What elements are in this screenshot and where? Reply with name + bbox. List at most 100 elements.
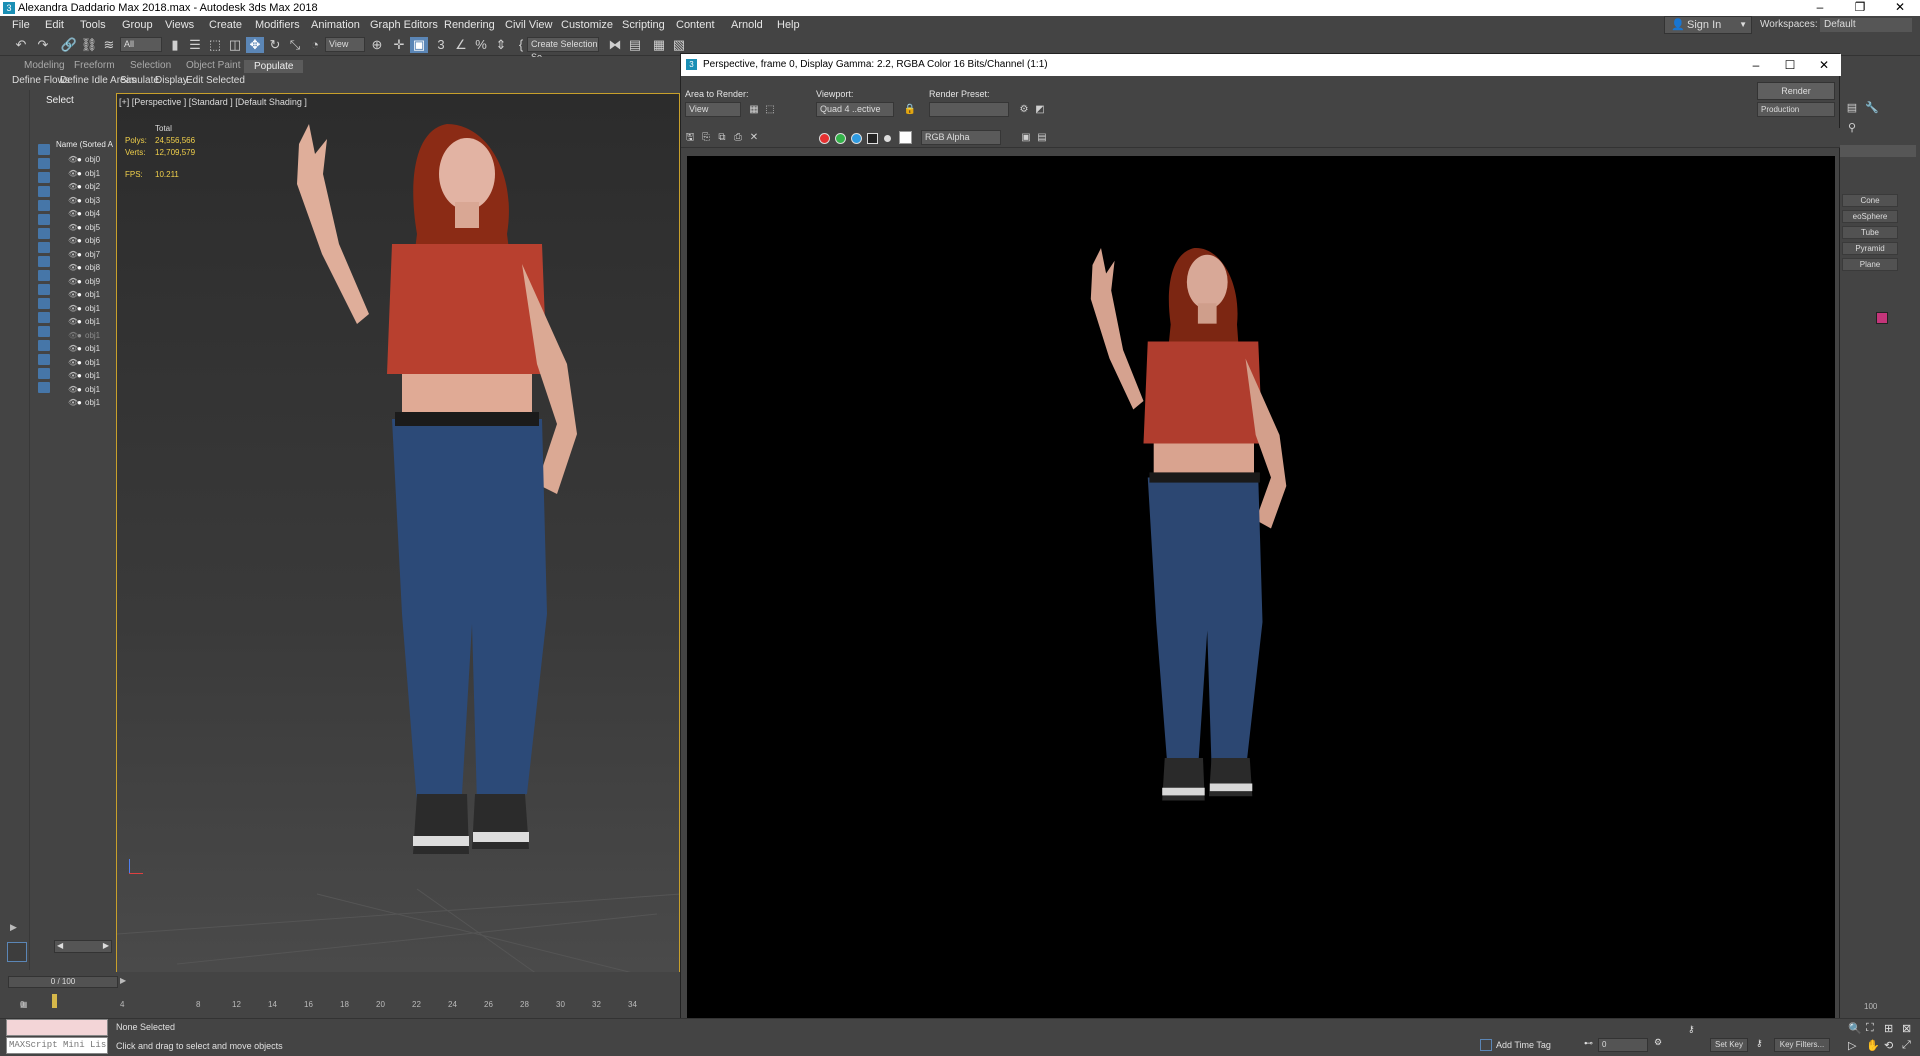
select-object-icon[interactable]: ▮: [166, 37, 184, 53]
swatch-icon[interactable]: [899, 131, 912, 144]
clear-icon[interactable]: ✕: [745, 130, 763, 146]
zoom-extents-all-icon[interactable]: ⊠: [1902, 1022, 1911, 1035]
visible-icon[interactable]: [38, 326, 50, 337]
helpers-icon[interactable]: [38, 214, 50, 225]
freeze-icon[interactable]: ●: [77, 182, 85, 191]
production-dropdown[interactable]: Production: [1757, 102, 1835, 117]
cone-button[interactable]: Cone: [1842, 194, 1898, 207]
select-and-rotate-icon[interactable]: ↻: [266, 37, 284, 53]
area-to-render-dropdown[interactable]: View: [685, 102, 741, 117]
menu-rendering[interactable]: Rendering: [444, 19, 495, 31]
visibility-icon[interactable]: 👁: [68, 358, 78, 367]
tube-button[interactable]: Tube: [1842, 226, 1898, 239]
zoom-extents-icon[interactable]: ⊞: [1884, 1022, 1893, 1035]
freeze-icon[interactable]: ●: [77, 263, 85, 272]
auto-region-icon[interactable]: ⬚: [761, 102, 779, 118]
time-configuration-icon[interactable]: ⚙: [1654, 1037, 1662, 1048]
visibility-icon[interactable]: 👁: [68, 182, 78, 191]
freeze-icon[interactable]: ●: [77, 358, 85, 367]
visibility-icon[interactable]: 👁: [68, 344, 78, 353]
selection-filter-dropdown[interactable]: All: [120, 37, 162, 52]
menu-views[interactable]: Views: [165, 19, 194, 31]
viewport-dropdown[interactable]: Quad 4 ..ective: [816, 102, 894, 117]
lights-icon[interactable]: [38, 172, 50, 183]
menu-scripting[interactable]: Scripting: [622, 19, 665, 31]
tab-selection[interactable]: Selection: [130, 60, 171, 71]
plane-button[interactable]: Plane: [1842, 258, 1898, 271]
viewport-layout-icon[interactable]: [7, 942, 27, 962]
menu-arnold[interactable]: Arnold: [731, 19, 763, 31]
visibility-icon[interactable]: 👁: [68, 371, 78, 380]
workspace-dropdown[interactable]: Default: [1820, 18, 1912, 32]
menu-edit[interactable]: Edit: [45, 19, 64, 31]
visibility-icon[interactable]: 👁: [68, 250, 78, 259]
freeze-icon[interactable]: ●: [77, 317, 85, 326]
minimize-button[interactable]: –: [1800, 0, 1840, 16]
visibility-icon[interactable]: 👁: [68, 263, 78, 272]
render-button[interactable]: Render: [1757, 82, 1835, 100]
explorer-scrollbar[interactable]: ◀ ▶: [54, 940, 112, 953]
visibility-icon[interactable]: 👁: [68, 155, 78, 164]
toggle-ui-icon[interactable]: ▤: [1033, 130, 1051, 146]
bind-space-warp-icon[interactable]: ≋: [100, 37, 118, 53]
menu-tools[interactable]: Tools: [80, 19, 106, 31]
expand-arrow-icon[interactable]: ▶: [10, 922, 17, 933]
mirror-icon[interactable]: ⧓: [606, 37, 624, 53]
freeze-icon[interactable]: ●: [77, 290, 85, 299]
layer-icon[interactable]: [38, 340, 50, 351]
maxscript-mini-listener[interactable]: MAXScript Mini Lis: [6, 1037, 108, 1054]
visibility-icon[interactable]: 👁: [68, 169, 78, 178]
set-key-button[interactable]: Set Key: [1710, 1038, 1748, 1052]
spacewarps-icon[interactable]: ⚲: [1843, 120, 1861, 136]
object-color-swatch[interactable]: [1876, 312, 1888, 324]
scroll-right-icon[interactable]: ▶: [103, 941, 109, 950]
visibility-icon[interactable]: 👁: [68, 304, 78, 313]
rectangular-selection-icon[interactable]: ⬚: [206, 37, 224, 53]
menu-help[interactable]: Help: [777, 19, 800, 31]
visibility-icon[interactable]: 👁: [68, 385, 78, 394]
orbit-icon[interactable]: ⟲: [1884, 1039, 1893, 1052]
render-preset-dropdown[interactable]: [929, 102, 1009, 117]
layer-explorer-icon[interactable]: ▧: [670, 37, 688, 53]
visibility-icon[interactable]: 👁: [68, 223, 78, 232]
visibility-icon[interactable]: 👁: [68, 398, 78, 407]
key-filters-button[interactable]: Key Filters...: [1774, 1038, 1830, 1052]
time-slider-next-icon[interactable]: ▶: [120, 976, 126, 985]
menu-file[interactable]: File: [12, 19, 30, 31]
category-dropdown[interactable]: [1840, 145, 1916, 157]
spinner-snap-icon[interactable]: ⇕: [492, 37, 510, 53]
visibility-icon[interactable]: 👁: [68, 209, 78, 218]
select-and-move-icon[interactable]: ✥: [246, 37, 264, 53]
groups-icon[interactable]: [38, 284, 50, 295]
menu-modifiers[interactable]: Modifiers: [255, 19, 300, 31]
render-maximize-button[interactable]: ☐: [1773, 54, 1807, 76]
display-channel-dropdown[interactable]: RGB Alpha: [921, 130, 1001, 145]
time-tag-icon[interactable]: [1480, 1039, 1492, 1051]
freeze-icon[interactable]: ●: [77, 371, 85, 380]
create-tab-icon[interactable]: ▤: [1843, 100, 1861, 116]
tab-populate[interactable]: Populate: [244, 60, 304, 73]
current-frame-spinner[interactable]: 0: [1598, 1038, 1648, 1052]
link-icon[interactable]: 🔗: [60, 37, 78, 53]
freeze-icon[interactable]: ●: [77, 304, 85, 313]
visibility-icon[interactable]: 👁: [68, 290, 78, 299]
menu-customize[interactable]: Customize: [561, 19, 613, 31]
visibility-icon[interactable]: 👁: [68, 317, 78, 326]
pyramid-button[interactable]: Pyramid: [1842, 242, 1898, 255]
column-header[interactable]: Name (Sorted A: [56, 140, 113, 149]
frozen-icon[interactable]: [38, 298, 50, 309]
shapes-icon[interactable]: [38, 200, 50, 211]
maximize-viewport-icon[interactable]: ⤢: [1902, 1039, 1911, 1052]
tab-modeling[interactable]: Modeling: [24, 60, 65, 71]
freeze-icon[interactable]: ●: [77, 344, 85, 353]
hidden-icon[interactable]: [38, 312, 50, 323]
environment-icon[interactable]: ◩: [1031, 102, 1049, 118]
restore-button[interactable]: ❐: [1840, 0, 1880, 16]
utilities-tab-icon[interactable]: 🔧: [1863, 100, 1881, 116]
maxscript-listener-output[interactable]: [6, 1019, 108, 1036]
field-of-view-icon[interactable]: ▷: [1848, 1039, 1856, 1052]
selected-icon[interactable]: [38, 354, 50, 365]
menu-civil-view[interactable]: Civil View: [505, 19, 552, 31]
perspective-viewport[interactable]: [+] [Perspective ] [Standard ] [Default …: [116, 93, 680, 973]
menu-graph-editors[interactable]: Graph Editors: [370, 19, 438, 31]
